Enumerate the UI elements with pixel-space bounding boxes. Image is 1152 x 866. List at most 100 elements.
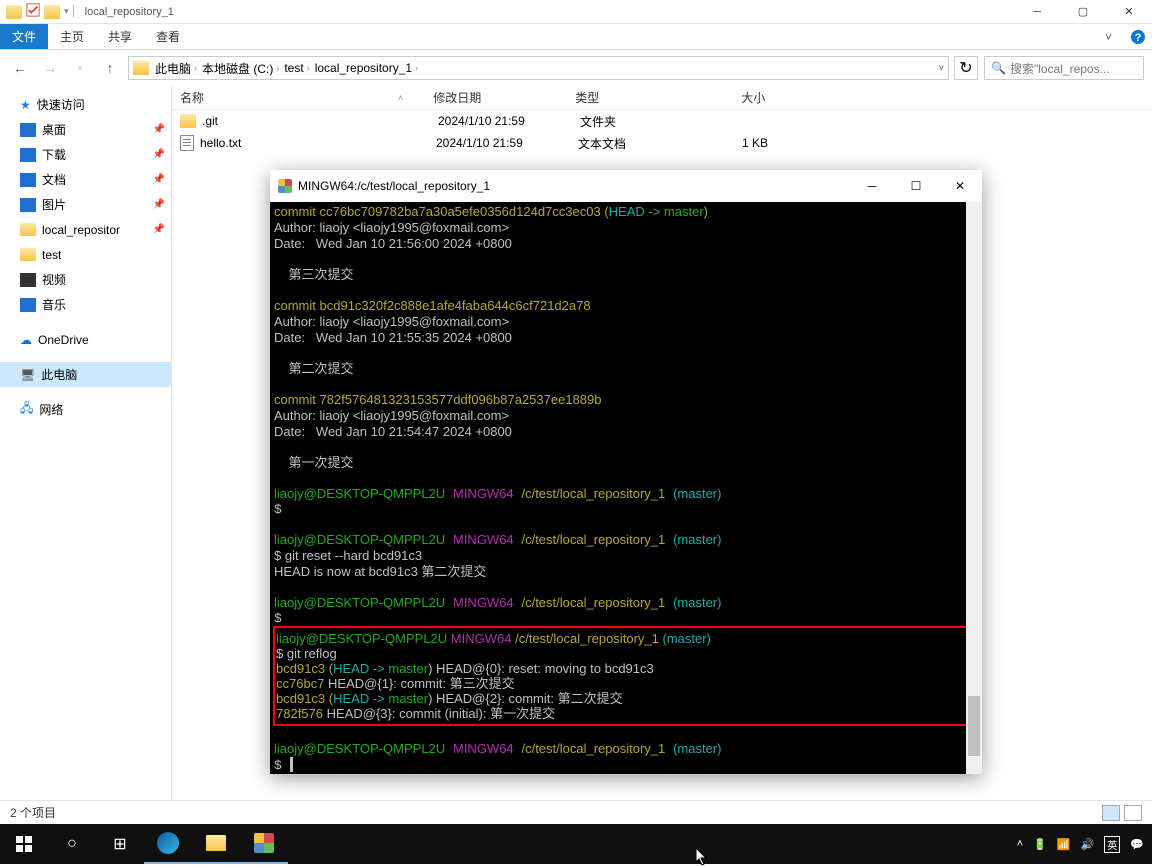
text-file-icon	[180, 135, 194, 151]
terminal-minimize-button[interactable]: ─	[850, 170, 894, 202]
tray-chevron-icon[interactable]: ˄	[1017, 838, 1023, 850]
minimize-button[interactable]: ─	[1014, 0, 1060, 24]
highlight-box: liaojy@DESKTOP-QMPPL2U MINGW64 /c/test/l…	[273, 626, 968, 726]
sidebar-item-folder[interactable]: local_repositor📌	[0, 217, 171, 242]
sort-indicator-icon: ˄	[398, 93, 403, 103]
breadcrumb: test›	[284, 61, 312, 75]
qat-check-icon[interactable]	[26, 3, 40, 20]
star-icon: ★	[20, 98, 31, 112]
sidebar-network[interactable]: 🖧网络	[0, 397, 171, 422]
pin-icon: 📌	[153, 174, 165, 185]
start-button[interactable]	[0, 824, 48, 864]
file-row[interactable]: .git 2024/1/10 21:59 文件夹	[172, 110, 1152, 132]
sidebar-item-videos[interactable]: 视频	[0, 267, 171, 292]
desktop-icon	[20, 123, 36, 137]
tab-view[interactable]: 查看	[144, 24, 192, 49]
sidebar-this-pc[interactable]: 🖥此电脑	[0, 362, 171, 387]
col-type[interactable]: 类型	[575, 91, 599, 105]
address-bar[interactable]: 此电脑› 本地磁盘 (C:)› test› local_repository_1…	[128, 56, 949, 80]
column-headers: 名称 ˄ 修改日期 类型 大小	[172, 86, 1152, 110]
system-tray[interactable]: ˄ 🔋 📶 🔊 英 💬	[1017, 836, 1152, 853]
ribbon-tabs: 文件 主页 共享 查看 ˅ ?	[0, 24, 1152, 50]
sidebar-item-documents[interactable]: 文档📌	[0, 167, 171, 192]
window-title: local_repository_1	[85, 6, 174, 18]
picture-icon	[20, 198, 36, 212]
terminal-close-button[interactable]: ✕	[938, 170, 982, 202]
document-icon	[20, 173, 36, 187]
search-icon: 🔍	[991, 61, 1006, 75]
terminal-maximize-button[interactable]: ☐	[894, 170, 938, 202]
pc-icon: 🖥	[20, 368, 35, 382]
recent-dropdown[interactable]: ˅	[68, 56, 92, 80]
sidebar-item-desktop[interactable]: 桌面📌	[0, 117, 171, 142]
sidebar-item-music[interactable]: 音乐	[0, 292, 171, 317]
breadcrumb: 本地磁盘 (C:)›	[202, 60, 282, 77]
nav-bar: ← → ˅ ↑ 此电脑› 本地磁盘 (C:)› test› local_repo…	[0, 50, 1152, 86]
up-button[interactable]: ↑	[98, 56, 122, 80]
volume-icon[interactable]: 🔊	[1081, 838, 1095, 851]
battery-icon[interactable]: 🔋	[1033, 838, 1047, 851]
search-button[interactable]: ○	[48, 824, 96, 864]
pin-icon: 📌	[153, 224, 165, 235]
status-bar: 2 个项目	[0, 800, 1152, 824]
sidebar-item-downloads[interactable]: 下载📌	[0, 142, 171, 167]
sidebar-quick-access[interactable]: ★快速访问	[0, 92, 171, 117]
view-icons-button[interactable]	[1124, 805, 1142, 821]
breadcrumb: 此电脑›	[155, 60, 200, 77]
ribbon-expand-button[interactable]: ˅	[1093, 24, 1124, 49]
sidebar-item-pictures[interactable]: 图片📌	[0, 192, 171, 217]
download-icon	[20, 148, 36, 162]
folder-icon	[180, 114, 196, 128]
file-row[interactable]: hello.txt 2024/1/10 21:59 文本文档 1 KB	[172, 132, 1152, 154]
help-button[interactable]: ?	[1124, 24, 1152, 49]
search-placeholder: 搜索"local_repos...	[1010, 60, 1110, 77]
close-button[interactable]: ✕	[1106, 0, 1152, 24]
notification-icon[interactable]: 💬	[1130, 838, 1144, 851]
col-date[interactable]: 修改日期	[433, 91, 481, 105]
sidebar: ★快速访问 桌面📌 下载📌 文档📌 图片📌 local_repositor📌 t…	[0, 86, 172, 822]
pin-icon: 📌	[153, 199, 165, 210]
svg-text:?: ?	[1135, 32, 1142, 44]
refresh-button[interactable]: ↻	[954, 56, 978, 80]
maximize-button[interactable]: ▢	[1060, 0, 1106, 24]
explorer-title-bar: ▾ │ local_repository_1 ─ ▢ ✕	[0, 0, 1152, 24]
video-icon	[20, 273, 36, 287]
terminal-title-bar[interactable]: MINGW64:/c/test/local_repository_1 ─ ☐ ✕	[270, 170, 982, 202]
terminal-output[interactable]: commit cc76bc709782ba7a30a5efe0356d124d7…	[270, 202, 982, 774]
folder-icon	[133, 61, 149, 75]
status-text: 2 个项目	[10, 804, 56, 821]
edge-button[interactable]	[144, 824, 192, 864]
ime-indicator[interactable]: 英	[1104, 836, 1120, 853]
back-button[interactable]: ←	[8, 56, 32, 80]
tab-share[interactable]: 共享	[96, 24, 144, 49]
folder-icon[interactable]	[44, 5, 60, 19]
mingw-icon	[278, 179, 292, 193]
network-icon: 🖧	[20, 399, 33, 420]
terminal-title: MINGW64:/c/test/local_repository_1	[298, 179, 490, 193]
address-dropdown-icon[interactable]: ˅	[939, 63, 944, 73]
pin-icon: 📌	[153, 124, 165, 135]
cloud-icon: ☁	[20, 333, 32, 347]
folder-icon	[20, 223, 36, 236]
col-name[interactable]: 名称	[180, 91, 204, 105]
terminal-scrollbar[interactable]	[966, 202, 982, 774]
pin-icon: 📌	[153, 149, 165, 160]
explorer-button[interactable]	[192, 824, 240, 864]
qat-dropdown-icon[interactable]: ▾ │	[64, 6, 77, 17]
search-input[interactable]: 🔍 搜索"local_repos...	[984, 56, 1144, 80]
task-view-button[interactable]: ⊞	[96, 824, 144, 864]
tab-home[interactable]: 主页	[48, 24, 96, 49]
music-icon	[20, 298, 36, 312]
view-details-button[interactable]	[1102, 805, 1120, 821]
sidebar-item-folder[interactable]: test	[0, 242, 171, 267]
folder-icon	[20, 248, 36, 261]
sidebar-onedrive[interactable]: ☁OneDrive	[0, 327, 171, 352]
network-icon[interactable]: 📶	[1057, 838, 1071, 851]
terminal-window: MINGW64:/c/test/local_repository_1 ─ ☐ ✕…	[270, 170, 982, 774]
file-tab[interactable]: 文件	[0, 24, 48, 49]
mingw-button[interactable]	[240, 824, 288, 864]
forward-button[interactable]: →	[38, 56, 62, 80]
taskbar: ○ ⊞ ˄ 🔋 📶 🔊 英 💬	[0, 824, 1152, 864]
col-size[interactable]: 大小	[741, 91, 765, 105]
folder-icon	[6, 5, 22, 19]
